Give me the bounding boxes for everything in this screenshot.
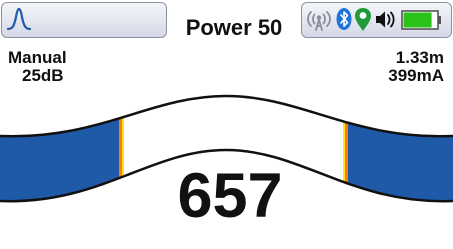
right-marker-line (343, 96, 345, 202)
locator-screen: Power 50 Manual 25dB 1.33m 399mA 657 (0, 0, 453, 249)
pipe-left-segment (0, 96, 121, 202)
signal-strength-reading: 657 (177, 161, 283, 231)
left-marker-line (119, 96, 122, 202)
pipe-right-segment (347, 96, 453, 202)
